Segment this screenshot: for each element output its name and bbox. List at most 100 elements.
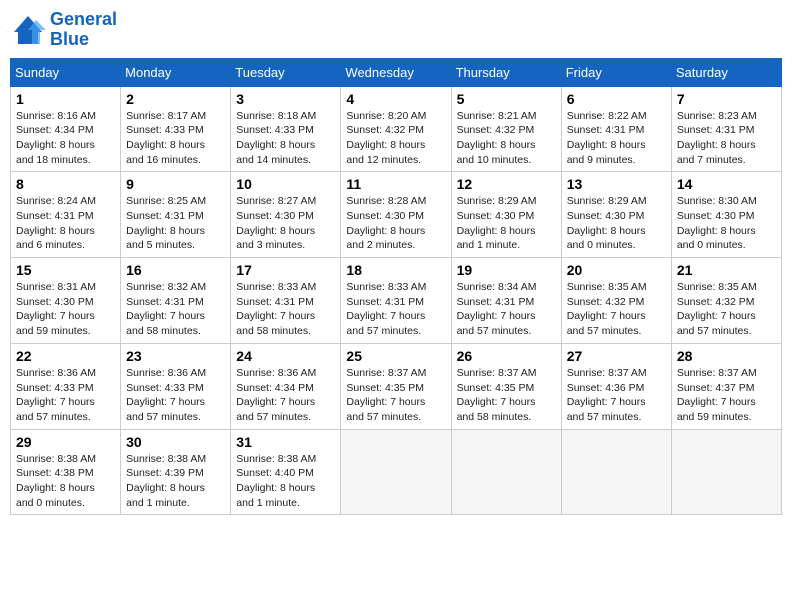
calendar-week-3: 15 Sunrise: 8:31 AMSunset: 4:30 PMDaylig…: [11, 258, 782, 344]
calendar-cell: 13 Sunrise: 8:29 AMSunset: 4:30 PMDaylig…: [561, 172, 671, 258]
day-number: 23: [126, 348, 225, 364]
cell-info: Sunrise: 8:35 AMSunset: 4:32 PMDaylight:…: [567, 281, 647, 337]
calendar-cell: 8 Sunrise: 8:24 AMSunset: 4:31 PMDayligh…: [11, 172, 121, 258]
cell-info: Sunrise: 8:37 AMSunset: 4:37 PMDaylight:…: [677, 367, 757, 423]
calendar-cell: 16 Sunrise: 8:32 AMSunset: 4:31 PMDaylig…: [121, 258, 231, 344]
cell-info: Sunrise: 8:21 AMSunset: 4:32 PMDaylight:…: [457, 110, 537, 166]
day-header-saturday: Saturday: [671, 58, 781, 86]
calendar-cell: [451, 429, 561, 515]
cell-info: Sunrise: 8:33 AMSunset: 4:31 PMDaylight:…: [346, 281, 426, 337]
day-number: 20: [567, 262, 666, 278]
calendar-cell: 2 Sunrise: 8:17 AMSunset: 4:33 PMDayligh…: [121, 86, 231, 172]
calendar-cell: 11 Sunrise: 8:28 AMSunset: 4:30 PMDaylig…: [341, 172, 451, 258]
day-number: 26: [457, 348, 556, 364]
calendar-cell: 17 Sunrise: 8:33 AMSunset: 4:31 PMDaylig…: [231, 258, 341, 344]
calendar-header-row: SundayMondayTuesdayWednesdayThursdayFrid…: [11, 58, 782, 86]
day-number: 2: [126, 91, 225, 107]
calendar-cell: 14 Sunrise: 8:30 AMSunset: 4:30 PMDaylig…: [671, 172, 781, 258]
cell-info: Sunrise: 8:38 AMSunset: 4:39 PMDaylight:…: [126, 453, 206, 509]
cell-info: Sunrise: 8:22 AMSunset: 4:31 PMDaylight:…: [567, 110, 647, 166]
calendar-cell: 7 Sunrise: 8:23 AMSunset: 4:31 PMDayligh…: [671, 86, 781, 172]
calendar-cell: 26 Sunrise: 8:37 AMSunset: 4:35 PMDaylig…: [451, 343, 561, 429]
cell-info: Sunrise: 8:30 AMSunset: 4:30 PMDaylight:…: [677, 195, 757, 251]
day-number: 8: [16, 176, 115, 192]
calendar-cell: 30 Sunrise: 8:38 AMSunset: 4:39 PMDaylig…: [121, 429, 231, 515]
day-number: 15: [16, 262, 115, 278]
cell-info: Sunrise: 8:29 AMSunset: 4:30 PMDaylight:…: [457, 195, 537, 251]
calendar-cell: 18 Sunrise: 8:33 AMSunset: 4:31 PMDaylig…: [341, 258, 451, 344]
calendar-cell: 27 Sunrise: 8:37 AMSunset: 4:36 PMDaylig…: [561, 343, 671, 429]
day-header-friday: Friday: [561, 58, 671, 86]
day-number: 10: [236, 176, 335, 192]
day-number: 22: [16, 348, 115, 364]
calendar-cell: [561, 429, 671, 515]
calendar-week-1: 1 Sunrise: 8:16 AMSunset: 4:34 PMDayligh…: [11, 86, 782, 172]
cell-info: Sunrise: 8:36 AMSunset: 4:34 PMDaylight:…: [236, 367, 316, 423]
calendar-cell: 12 Sunrise: 8:29 AMSunset: 4:30 PMDaylig…: [451, 172, 561, 258]
day-number: 29: [16, 434, 115, 450]
cell-info: Sunrise: 8:35 AMSunset: 4:32 PMDaylight:…: [677, 281, 757, 337]
logo-text: General Blue: [50, 10, 117, 50]
calendar-week-5: 29 Sunrise: 8:38 AMSunset: 4:38 PMDaylig…: [11, 429, 782, 515]
cell-info: Sunrise: 8:38 AMSunset: 4:40 PMDaylight:…: [236, 453, 316, 509]
day-number: 11: [346, 176, 445, 192]
cell-info: Sunrise: 8:33 AMSunset: 4:31 PMDaylight:…: [236, 281, 316, 337]
calendar-cell: 6 Sunrise: 8:22 AMSunset: 4:31 PMDayligh…: [561, 86, 671, 172]
day-number: 18: [346, 262, 445, 278]
calendar-cell: 10 Sunrise: 8:27 AMSunset: 4:30 PMDaylig…: [231, 172, 341, 258]
cell-info: Sunrise: 8:18 AMSunset: 4:33 PMDaylight:…: [236, 110, 316, 166]
cell-info: Sunrise: 8:27 AMSunset: 4:30 PMDaylight:…: [236, 195, 316, 251]
day-number: 14: [677, 176, 776, 192]
day-number: 9: [126, 176, 225, 192]
day-number: 31: [236, 434, 335, 450]
day-header-sunday: Sunday: [11, 58, 121, 86]
day-number: 25: [346, 348, 445, 364]
calendar-cell: [341, 429, 451, 515]
cell-info: Sunrise: 8:28 AMSunset: 4:30 PMDaylight:…: [346, 195, 426, 251]
cell-info: Sunrise: 8:37 AMSunset: 4:36 PMDaylight:…: [567, 367, 647, 423]
day-header-wednesday: Wednesday: [341, 58, 451, 86]
calendar-cell: [671, 429, 781, 515]
calendar-cell: 31 Sunrise: 8:38 AMSunset: 4:40 PMDaylig…: [231, 429, 341, 515]
calendar-cell: 29 Sunrise: 8:38 AMSunset: 4:38 PMDaylig…: [11, 429, 121, 515]
day-number: 24: [236, 348, 335, 364]
cell-info: Sunrise: 8:20 AMSunset: 4:32 PMDaylight:…: [346, 110, 426, 166]
day-number: 13: [567, 176, 666, 192]
cell-info: Sunrise: 8:37 AMSunset: 4:35 PMDaylight:…: [346, 367, 426, 423]
cell-info: Sunrise: 8:25 AMSunset: 4:31 PMDaylight:…: [126, 195, 206, 251]
calendar-cell: 23 Sunrise: 8:36 AMSunset: 4:33 PMDaylig…: [121, 343, 231, 429]
day-number: 7: [677, 91, 776, 107]
calendar-cell: 25 Sunrise: 8:37 AMSunset: 4:35 PMDaylig…: [341, 343, 451, 429]
calendar-cell: 22 Sunrise: 8:36 AMSunset: 4:33 PMDaylig…: [11, 343, 121, 429]
day-number: 4: [346, 91, 445, 107]
calendar-cell: 5 Sunrise: 8:21 AMSunset: 4:32 PMDayligh…: [451, 86, 561, 172]
day-number: 28: [677, 348, 776, 364]
logo-icon: [10, 12, 46, 48]
cell-info: Sunrise: 8:24 AMSunset: 4:31 PMDaylight:…: [16, 195, 96, 251]
logo: General Blue: [10, 10, 117, 50]
calendar-cell: 28 Sunrise: 8:37 AMSunset: 4:37 PMDaylig…: [671, 343, 781, 429]
day-header-monday: Monday: [121, 58, 231, 86]
cell-info: Sunrise: 8:16 AMSunset: 4:34 PMDaylight:…: [16, 110, 96, 166]
cell-info: Sunrise: 8:34 AMSunset: 4:31 PMDaylight:…: [457, 281, 537, 337]
cell-info: Sunrise: 8:17 AMSunset: 4:33 PMDaylight:…: [126, 110, 206, 166]
calendar-week-4: 22 Sunrise: 8:36 AMSunset: 4:33 PMDaylig…: [11, 343, 782, 429]
day-number: 21: [677, 262, 776, 278]
calendar-cell: 24 Sunrise: 8:36 AMSunset: 4:34 PMDaylig…: [231, 343, 341, 429]
cell-info: Sunrise: 8:38 AMSunset: 4:38 PMDaylight:…: [16, 453, 96, 509]
calendar-cell: 19 Sunrise: 8:34 AMSunset: 4:31 PMDaylig…: [451, 258, 561, 344]
day-number: 30: [126, 434, 225, 450]
calendar-cell: 9 Sunrise: 8:25 AMSunset: 4:31 PMDayligh…: [121, 172, 231, 258]
day-number: 27: [567, 348, 666, 364]
cell-info: Sunrise: 8:31 AMSunset: 4:30 PMDaylight:…: [16, 281, 96, 337]
day-number: 19: [457, 262, 556, 278]
cell-info: Sunrise: 8:23 AMSunset: 4:31 PMDaylight:…: [677, 110, 757, 166]
cell-info: Sunrise: 8:36 AMSunset: 4:33 PMDaylight:…: [16, 367, 96, 423]
calendar-table: SundayMondayTuesdayWednesdayThursdayFrid…: [10, 58, 782, 516]
cell-info: Sunrise: 8:37 AMSunset: 4:35 PMDaylight:…: [457, 367, 537, 423]
day-header-thursday: Thursday: [451, 58, 561, 86]
day-number: 12: [457, 176, 556, 192]
calendar-cell: 4 Sunrise: 8:20 AMSunset: 4:32 PMDayligh…: [341, 86, 451, 172]
day-number: 6: [567, 91, 666, 107]
cell-info: Sunrise: 8:29 AMSunset: 4:30 PMDaylight:…: [567, 195, 647, 251]
